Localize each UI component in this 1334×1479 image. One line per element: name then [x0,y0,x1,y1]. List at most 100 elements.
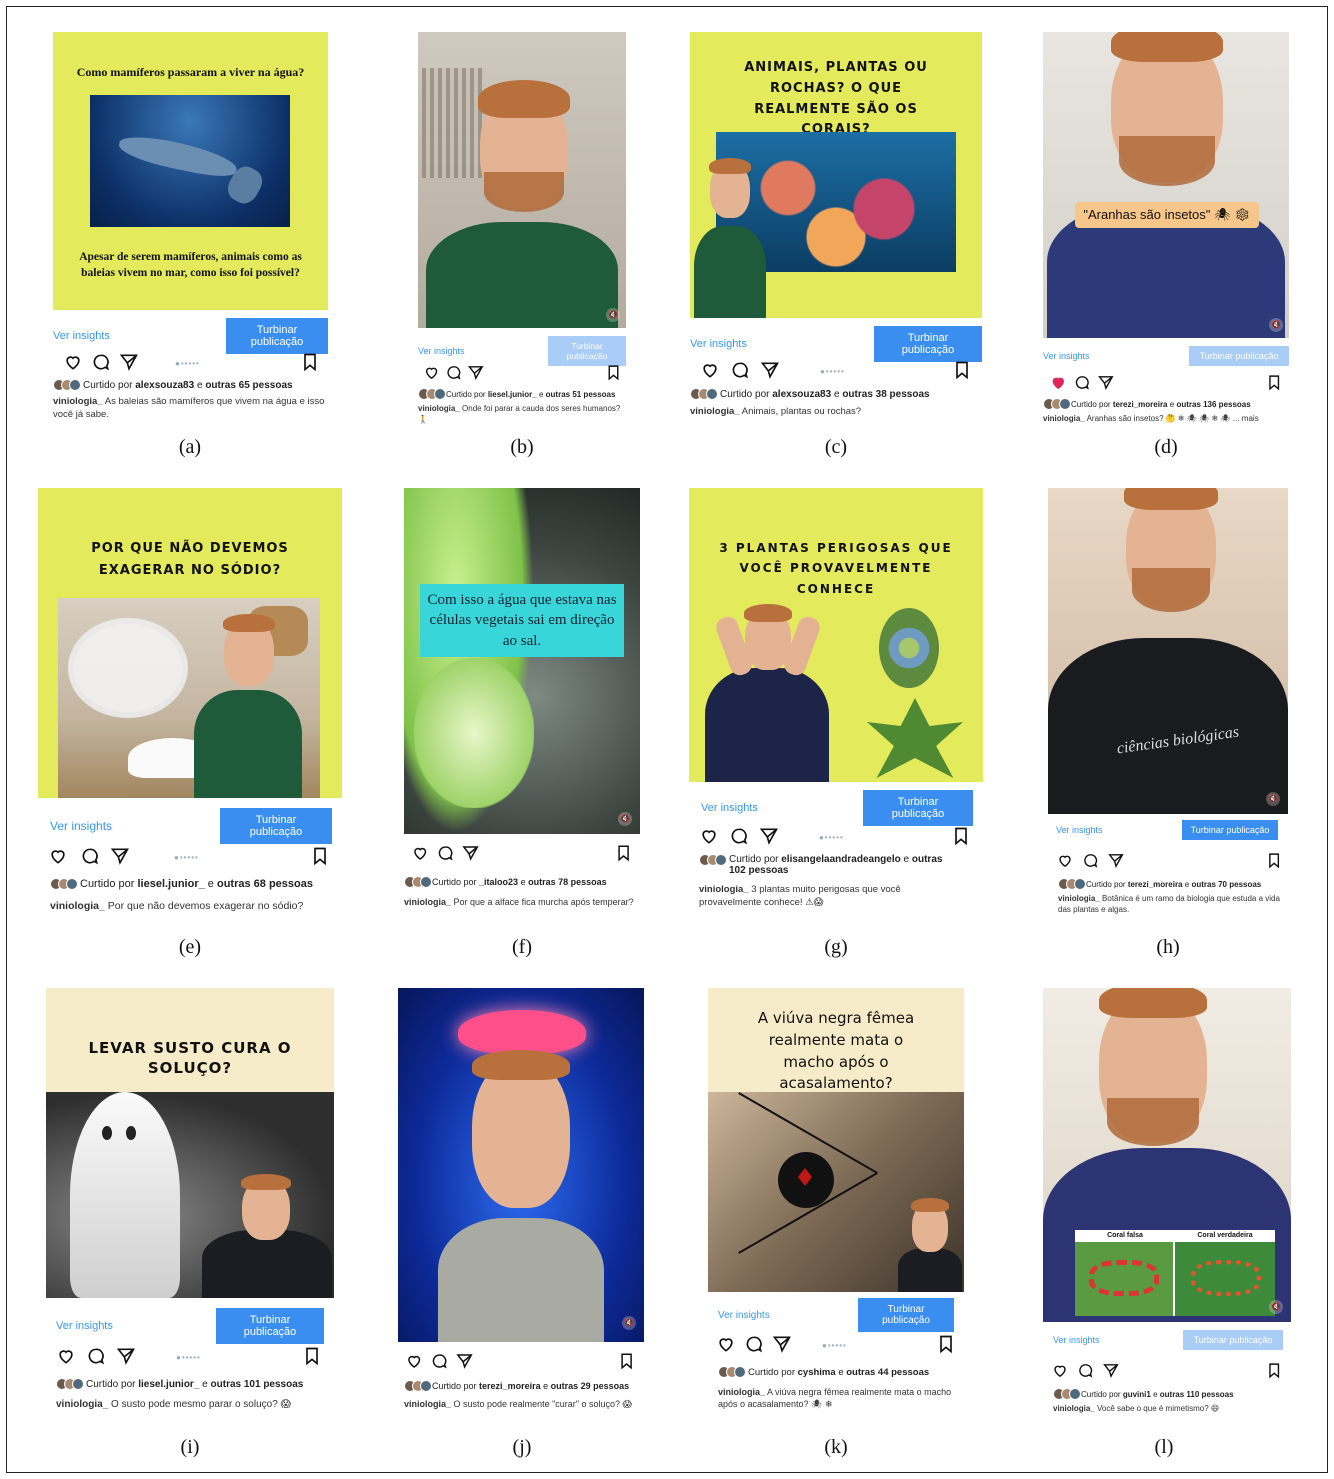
insights-link[interactable]: Ver insights [1043,1335,1100,1345]
boost-button[interactable]: Turbinar publicação [216,1308,324,1344]
bookmark-icon[interactable] [605,364,622,381]
bookmark-icon[interactable] [300,352,320,372]
liked-by-user[interactable]: alexsouza83 [772,389,831,400]
insights-link[interactable]: Ver insights [38,819,112,833]
post-caption: viniologia_ Onde foi parar a cauda dos s… [418,404,621,424]
liked-by-user[interactable]: cyshima [798,1367,836,1378]
post-title: 3 PLANTAS PERIGOSAS QUE VOCÊ PROVAVELMEN… [719,541,953,596]
heart-icon[interactable] [411,844,429,862]
liker-avatars [1058,878,1086,890]
mute-icon[interactable]: 🔇 [606,308,620,322]
heart-icon[interactable] [1052,1362,1069,1379]
insights-link[interactable]: Ver insights [1043,351,1090,361]
bookmark-icon[interactable] [1266,852,1283,869]
boost-button[interactable]: Turbinar publicação [548,336,626,366]
insights-bar: Ver insights Turbinar publicação [1048,820,1288,840]
insights-link[interactable]: Ver insights [708,1310,770,1321]
insights-link[interactable]: Ver insights [418,346,465,356]
comment-icon[interactable] [436,844,454,862]
comment-icon[interactable] [729,826,749,846]
heart-icon[interactable] [1057,852,1074,869]
bookmark-icon[interactable] [1266,374,1283,391]
liked-by-user[interactable]: terezi_moreira [479,1381,541,1391]
insights-link[interactable]: Ver insights [46,1320,113,1332]
heart-icon[interactable] [63,352,83,372]
share-icon[interactable] [759,826,779,846]
boost-button[interactable]: Turbinar publicação [220,808,332,844]
carousel-dots: ●••••• [175,359,200,368]
share-icon[interactable] [1097,374,1114,391]
liked-by-user[interactable]: _italoo23 [479,877,518,887]
mute-icon[interactable]: 🔇 [1266,792,1280,806]
post-title: A viúva negra fêmea realmente mata o mac… [757,1009,915,1093]
bookmark-icon[interactable] [615,844,633,862]
mute-icon[interactable]: 🔇 [1269,1300,1283,1314]
boost-button[interactable]: Turbinar publicação [1182,820,1278,840]
insights-link[interactable]: Ver insights [689,802,758,814]
comment-icon[interactable] [1074,374,1091,391]
comment-icon[interactable] [1082,852,1099,869]
insights-bar: Ver insights Turbinar publicação [1043,346,1289,366]
action-bar [404,844,629,864]
heart-icon[interactable] [716,1334,736,1354]
heart-icon[interactable] [56,1346,76,1366]
liked-by-user[interactable]: terezi_moreira [1128,880,1183,889]
bookmark-icon[interactable] [952,360,972,380]
insights-bar: Ver insights Turbinar publicação [38,808,342,844]
comment-icon[interactable] [91,352,111,372]
share-icon[interactable] [1103,1362,1120,1379]
liked-by-user[interactable]: elisangelaandradeangelo [781,854,901,865]
share-icon[interactable] [456,1352,474,1370]
post-title: POR QUE NÃO DEVEMOS EXAGERAR NO SÓDIO? [91,541,289,579]
bookmark-icon[interactable] [951,826,971,846]
bookmark-icon[interactable] [936,1334,956,1354]
liker-avatars [690,388,718,400]
bookmark-icon[interactable] [302,1346,322,1366]
mute-icon[interactable]: 🔇 [622,1316,636,1330]
heart-icon[interactable] [48,846,68,866]
liked-by-user[interactable]: liesel.junior_ [138,1379,199,1390]
liked-by-user[interactable]: liesel.junior_ [137,878,204,890]
share-icon[interactable] [467,364,484,381]
comment-icon[interactable] [744,1334,764,1354]
comment-icon[interactable] [80,846,100,866]
liked-by-user[interactable]: guvini1 [1123,1390,1151,1399]
heart-icon[interactable] [700,360,720,380]
boost-button[interactable]: Turbinar publicação [226,318,328,354]
likes-line: Curtido por liesel.junior_ e outras 51 p… [418,388,626,400]
heart-icon[interactable] [405,1352,423,1370]
boost-button[interactable]: Turbinar publicação [858,1298,954,1332]
share-icon[interactable] [462,844,480,862]
heart-icon[interactable] [1050,374,1067,391]
boost-button[interactable]: Turbinar publicação [1183,1330,1283,1350]
likes-line: Curtido por terezi_moreira e outras 70 p… [1048,878,1288,890]
bookmark-icon[interactable] [618,1352,636,1370]
comment-icon[interactable] [1077,1362,1094,1379]
liked-by-user[interactable]: terezi_moreira [1113,400,1168,409]
boost-button[interactable]: Turbinar publicação [863,790,973,826]
post-caption: viniologia_ Você sabe o que é mimetismo?… [1053,1404,1220,1413]
share-icon[interactable] [1108,852,1125,869]
bookmark-icon[interactable] [1266,1362,1283,1379]
comment-icon[interactable] [730,360,750,380]
mute-icon[interactable]: 🔇 [1269,318,1283,332]
comment-icon[interactable] [445,364,462,381]
comment-icon[interactable] [430,1352,448,1370]
liked-by-user[interactable]: liesel.junior_ [488,390,537,399]
share-icon[interactable] [116,1346,136,1366]
share-icon[interactable] [760,360,780,380]
liked-by-user[interactable]: alexsouza83 [135,380,194,391]
share-icon[interactable] [110,846,130,866]
share-icon[interactable] [119,352,139,372]
insights-link[interactable]: Ver insights [53,330,110,342]
heart-icon[interactable] [423,364,440,381]
comment-icon[interactable] [86,1346,106,1366]
mute-icon[interactable]: 🔇 [618,812,632,826]
heart-icon[interactable] [699,826,719,846]
insights-link[interactable]: Ver insights [1048,825,1103,835]
bookmark-icon[interactable] [310,846,330,866]
insights-link[interactable]: Ver insights [690,338,747,350]
boost-button[interactable]: Turbinar publicação [874,326,982,362]
share-icon[interactable] [772,1334,792,1354]
boost-button[interactable]: Turbinar publicação [1189,346,1289,366]
